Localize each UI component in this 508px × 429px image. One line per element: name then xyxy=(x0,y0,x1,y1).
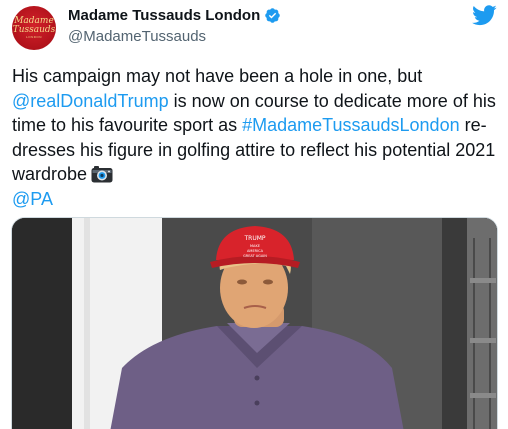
cap-text-line4: GREAT AGAIN xyxy=(243,254,267,258)
author-name-row: Madame Tussauds London xyxy=(68,7,281,24)
tweet-card: Madame Tussauds LONDON Madame Tussauds L… xyxy=(0,0,508,429)
avatar-text-line2: Tussauds xyxy=(12,24,56,35)
tweet-media-image[interactable]: TRUMP MAKE AMERICA GREAT AGAIN xyxy=(11,217,498,429)
mention-link-realdonaldtrump[interactable]: @realDonaldTrump xyxy=(12,91,169,111)
avatar-text-line3: LONDON xyxy=(26,34,42,39)
avatar[interactable]: Madame Tussauds LONDON xyxy=(12,6,56,50)
twitter-bird-icon[interactable] xyxy=(472,5,497,26)
handle[interactable]: @MadameTussauds xyxy=(68,28,206,45)
cap-text-line2: MAKE xyxy=(250,244,260,248)
verified-badge-icon xyxy=(265,8,281,23)
mention-link-pa[interactable]: @PA xyxy=(12,189,53,209)
camera-icon xyxy=(91,166,113,183)
tweet-text: His campaign may not have been a hole in… xyxy=(12,64,500,211)
tweet-text-part: His campaign may not have been a hole in… xyxy=(12,66,423,86)
hashtag-link-madametussaudslondon[interactable]: #MadameTussaudsLondon xyxy=(242,115,459,135)
display-name[interactable]: Madame Tussauds London xyxy=(68,7,260,24)
cap-text-brand: TRUMP xyxy=(243,235,265,242)
media-photo: TRUMP MAKE AMERICA GREAT AGAIN xyxy=(12,218,497,429)
cap-text-line3: AMERICA xyxy=(247,249,264,253)
